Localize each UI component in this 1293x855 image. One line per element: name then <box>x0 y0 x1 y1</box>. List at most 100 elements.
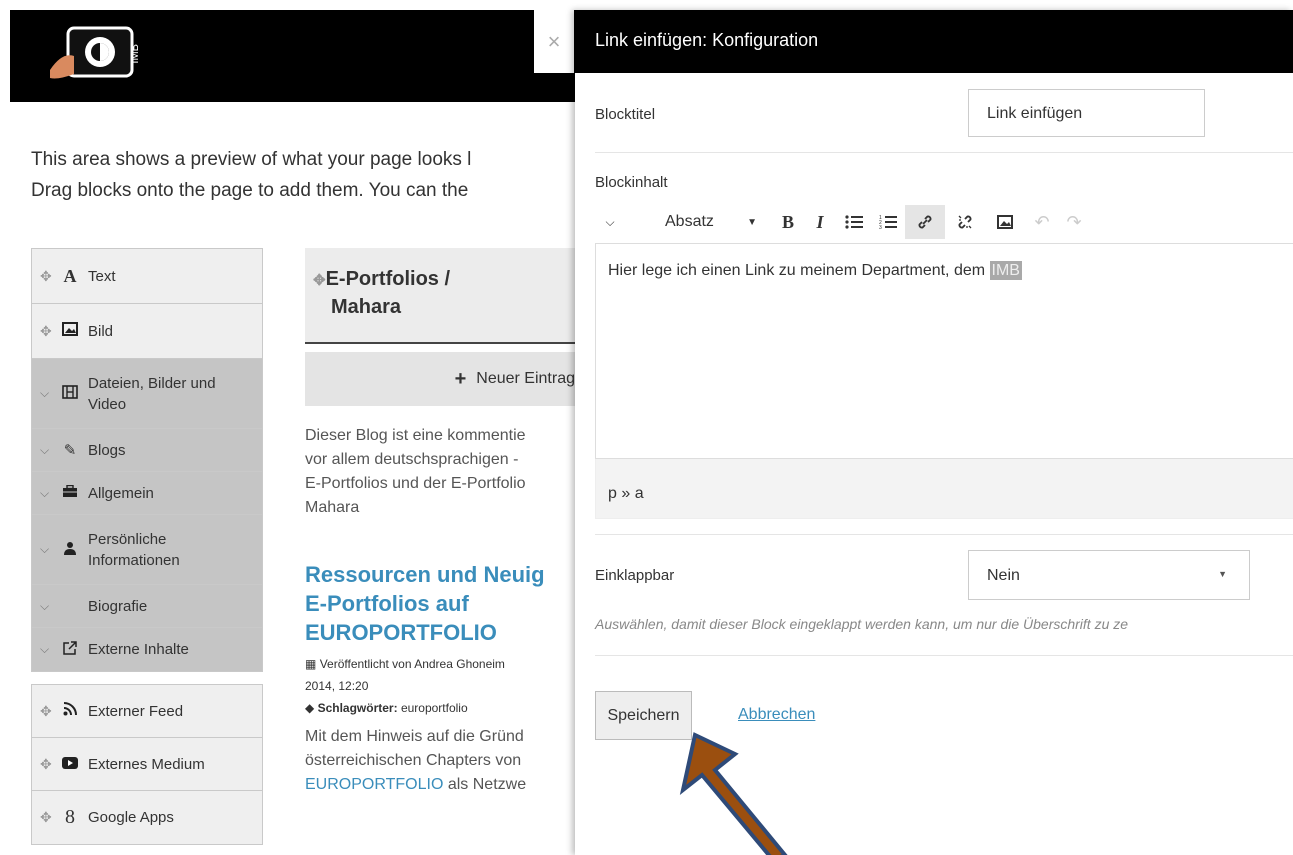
divider <box>595 655 1293 656</box>
palette-item-biografie[interactable]: ⌵ Biografie <box>31 584 263 627</box>
divider <box>595 534 1293 535</box>
blog-description: Dieser Blog ist eine kommentie vor allem… <box>305 427 526 516</box>
chevron-down-icon: ⌵ <box>40 386 50 400</box>
move-icon: ✥ <box>40 322 52 339</box>
palette-item-label: Google Apps <box>88 809 174 826</box>
palette-item-externes-medium[interactable]: ✥ Externes Medium <box>31 737 263 790</box>
calendar-icon: ▦ <box>305 657 317 671</box>
briefcase-icon <box>58 484 82 502</box>
selected-link-text: IMB <box>989 261 1022 280</box>
film-icon <box>58 384 82 403</box>
format-select[interactable]: Absatz ▼ <box>625 205 773 239</box>
numbered-list-icon: 123 <box>879 215 897 230</box>
einklappbar-select[interactable]: Nein ▼ <box>968 550 1250 600</box>
palette-item-label: Bild <box>88 322 114 340</box>
image-icon <box>58 322 82 340</box>
block-palette: ✥ A Text ✥ Bild ⌵ Dateien, Bilder und Vid… <box>31 248 263 845</box>
palette-item-google-apps[interactable]: ✥ 8 Google Apps <box>31 790 263 845</box>
divider <box>595 152 1293 153</box>
undo-icon: ↶ <box>1034 211 1050 232</box>
palette-item-label: Externe Inhalte <box>88 641 189 658</box>
post-meta: ▦ Veröffentlicht von Andrea Ghoneim 2014… <box>305 657 505 715</box>
svg-text:3: 3 <box>879 225 882 230</box>
intro-line-2: Drag blocks onto the page to add them. Y… <box>31 180 469 201</box>
undo-button[interactable]: ↶ <box>1025 205 1059 239</box>
bold-button[interactable]: B <box>773 205 803 239</box>
palette-item-text[interactable]: ✥ A Text <box>31 248 263 303</box>
tag-icon: ◆ <box>305 701 315 715</box>
redo-icon: ↷ <box>1066 211 1082 232</box>
palette-item-blogs[interactable]: ⌵ ✎ Blogs <box>31 428 263 471</box>
palette-item-label: Persönliche Informationen <box>88 530 180 569</box>
imb-logo: IMB <box>50 26 141 79</box>
palette-item-bild[interactable]: ✥ Bild <box>31 303 263 358</box>
caret-down-icon: ▼ <box>747 216 757 228</box>
bullet-list-icon <box>845 215 863 229</box>
palette-item-label: Text <box>88 267 116 285</box>
palette-item-label: Blogs <box>88 441 126 459</box>
palette-item-persoenliche[interactable]: ⌵ Persönliche Informationen <box>31 514 263 584</box>
close-icon: × <box>547 28 561 54</box>
image-icon <box>997 215 1013 229</box>
palette-item-label: Allgemein <box>88 484 154 502</box>
bullet-list-button[interactable] <box>837 205 871 239</box>
external-link-icon <box>58 640 82 659</box>
europortfolio-link[interactable]: EUROPORTFOLIO <box>305 776 443 793</box>
new-entry-button[interactable]: + Neuer Eintrag <box>305 352 575 406</box>
close-button[interactable]: × <box>534 10 574 73</box>
blog-title[interactable]: ✥E-Portfolios / Mahara <box>305 248 575 344</box>
palette-item-externe-inhalte[interactable]: ⌵ Externe Inhalte <box>31 627 263 672</box>
chevron-down-icon: ⌵ <box>40 598 50 613</box>
top-bar: IMB <box>10 10 575 102</box>
blocktitle-label: Blocktitel <box>595 106 656 123</box>
palette-item-dateien[interactable]: ⌵ Dateien, Bilder und Video <box>31 358 263 428</box>
blog-block: ✥E-Portfolios / Mahara + Neuer Eintrag D… <box>305 248 575 797</box>
plus-icon: + <box>454 367 467 390</box>
editor-toolbar: ⌵ Absatz ▼ B I 123 ↶ ↷ <box>595 201 1293 243</box>
text-icon: A <box>63 265 77 286</box>
move-icon: ✥ <box>40 267 52 284</box>
palette-item-label: Dateien, Bilder und Video <box>88 374 216 413</box>
einklappbar-help: Auswählen, damit dieser Block eingeklapp… <box>595 616 1129 632</box>
redo-button[interactable]: ↷ <box>1059 205 1089 239</box>
palette-item-label: Biografie <box>88 597 148 615</box>
editor-statusbar: p » a <box>595 459 1293 519</box>
chevron-down-icon: ⌵ <box>40 642 50 656</box>
palette-item-allgemein[interactable]: ⌵ Allgemein <box>31 471 263 514</box>
rich-text-editor: ⌵ Absatz ▼ B I 123 ↶ ↷ Hier lege ich ein… <box>595 201 1293 519</box>
chevron-down-icon: ⌵ <box>40 442 50 457</box>
move-icon: ✥ <box>40 809 52 825</box>
panel-title: Link einfügen: Konfiguration <box>575 10 1293 73</box>
insert-link-button[interactable] <box>905 205 945 239</box>
blocktitle-input[interactable]: Link einfügen <box>968 89 1205 137</box>
link-icon <box>918 215 932 229</box>
palette-item-label: Externer Feed <box>88 702 184 720</box>
caret-down-icon: ▼ <box>1218 569 1227 579</box>
move-icon: ✥ <box>40 755 52 772</box>
page: IMB × This area shows a preview of what … <box>0 0 1293 855</box>
rss-icon <box>58 702 82 720</box>
pencil-icon: ✎ <box>63 442 77 459</box>
post-body: Mit dem Hinweis auf die Gründ österreich… <box>305 728 527 793</box>
unlink-button[interactable] <box>945 205 985 239</box>
chevron-down-icon[interactable]: ⌵ <box>595 205 625 239</box>
chevron-down-icon: ⌵ <box>40 542 50 556</box>
unlink-icon <box>958 215 972 229</box>
logo-text: IMB <box>129 44 141 64</box>
post-title-link[interactable]: Ressourcen und Neuig E-Portfolios auf EU… <box>305 560 575 647</box>
italic-button[interactable]: I <box>803 205 837 239</box>
user-icon <box>58 541 82 559</box>
google-icon: 8 <box>65 806 75 828</box>
youtube-icon <box>58 756 82 773</box>
intro-line-1: This area shows a preview of what your p… <box>31 149 472 170</box>
einklappbar-label: Einklappbar <box>595 567 675 584</box>
move-icon: ✥ <box>313 272 326 289</box>
annotation-arrow <box>679 732 788 855</box>
palette-item-externer-feed[interactable]: ✥ Externer Feed <box>31 684 263 737</box>
insert-image-button[interactable] <box>985 205 1025 239</box>
blockinhalt-label: Blockinhalt <box>595 174 668 191</box>
palette-item-label: Externes Medium <box>88 755 205 773</box>
numbered-list-button[interactable]: 123 <box>871 205 905 239</box>
editor-content[interactable]: Hier lege ich einen Link zu meinem Depar… <box>595 243 1293 459</box>
chevron-down-icon: ⌵ <box>40 485 50 500</box>
